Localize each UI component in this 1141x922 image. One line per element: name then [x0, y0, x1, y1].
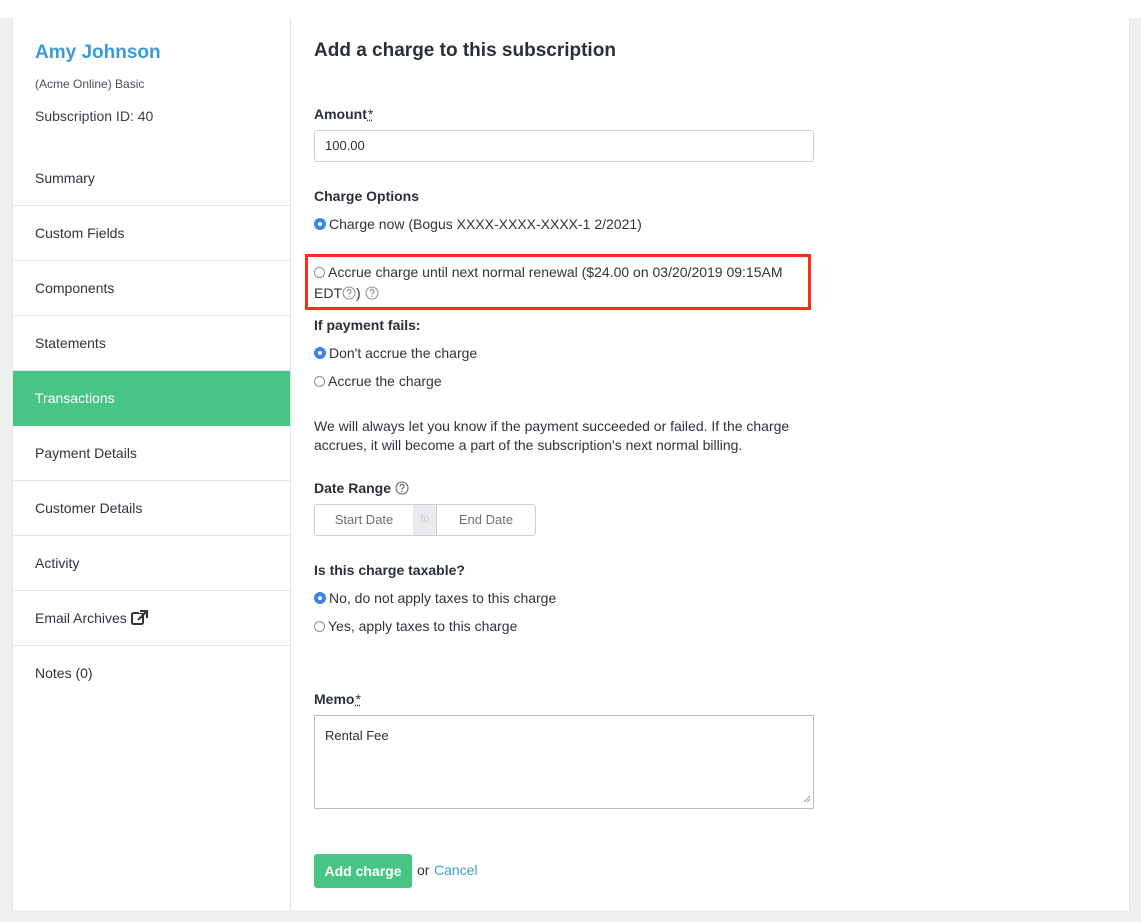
sidebar-nav: Summary Custom Fields Components Stateme… — [13, 151, 290, 700]
help-icon[interactable] — [365, 285, 379, 306]
yes-tax-label: Yes, apply taxes to this charge — [328, 618, 518, 634]
dont-accrue-label: Don't accrue the charge — [329, 345, 478, 361]
no-tax-label: No, do not apply taxes to this charge — [329, 590, 557, 606]
sidebar-item-label: Customer Details — [35, 500, 143, 516]
end-date-input[interactable]: End Date — [436, 504, 536, 536]
amount-label: Amount* — [314, 106, 374, 122]
sidebar-item-label: Transactions — [35, 390, 115, 406]
help-icon[interactable] — [395, 481, 409, 498]
page-title: Add a charge to this subscription — [314, 40, 616, 61]
memo-textarea[interactable]: Rental Fee — [314, 715, 814, 809]
accrue-option[interactable]: Accrue charge until next normal renewal … — [314, 262, 809, 306]
required-mark: * — [367, 106, 374, 122]
charge-options-label: Charge Options — [314, 188, 420, 204]
sidebar-item-email-archives[interactable]: Email Archives — [13, 591, 290, 646]
sidebar-item-label: Statements — [35, 335, 106, 351]
memo-label: Memo* — [314, 691, 361, 707]
payment-note: We will always let you know if the payme… — [314, 418, 790, 453]
sidebar-item-label: Summary — [35, 170, 95, 186]
accrue-label: Accrue charge until next normal renewal … — [314, 264, 783, 301]
date-to-separator: to — [413, 504, 437, 536]
charge-now-option[interactable]: Charge now (Bogus XXXX-XXXX-XXXX-1 2/202… — [314, 216, 642, 232]
amount-input[interactable]: 100.00 — [314, 130, 814, 162]
accrue-close-paren: ) — [356, 285, 361, 301]
sidebar-item-statements[interactable]: Statements — [13, 316, 290, 371]
accrue-charge-label: Accrue the charge — [328, 373, 442, 389]
subscription-id: Subscription ID: 40 — [35, 108, 154, 124]
sidebar-item-activity[interactable]: Activity — [13, 536, 290, 591]
sidebar-item-label: Activity — [35, 555, 80, 571]
subscription-panel: Amy Johnson (Acme Online) Basic Subscrip… — [12, 18, 1130, 910]
customer-name[interactable]: Amy Johnson — [35, 42, 161, 64]
dont-accrue-option[interactable]: Don't accrue the charge — [314, 345, 477, 361]
sidebar-item-payment-details[interactable]: Payment Details — [13, 426, 290, 481]
sidebar-item-label: Custom Fields — [35, 225, 125, 241]
sidebar-item-label: Email Archives — [35, 610, 127, 626]
date-range: Start Date to End Date — [314, 504, 536, 536]
external-link-icon — [130, 593, 149, 647]
required-mark: * — [355, 691, 361, 707]
charge-now-label: Charge now (Bogus XXXX-XXXX-XXXX-1 2/202… — [329, 216, 642, 232]
sidebar-item-customer-details[interactable]: Customer Details — [13, 481, 290, 536]
accrue-charge-radio[interactable] — [314, 376, 325, 387]
accrue-charge-option[interactable]: Accrue the charge — [314, 373, 442, 389]
memo-value: Rental Fee — [325, 728, 389, 743]
date-range-label: Date Range — [314, 480, 409, 498]
top-bar — [0, 0, 1141, 18]
accrue-radio[interactable] — [314, 267, 325, 278]
no-tax-radio[interactable] — [314, 592, 326, 604]
taxable-label: Is this charge taxable? — [314, 562, 465, 578]
cancel-link[interactable]: Cancel — [434, 862, 478, 878]
sidebar-item-notes[interactable]: Notes (0) — [13, 646, 290, 700]
dont-accrue-radio[interactable] — [314, 347, 326, 359]
payment-fails-label: If payment fails: — [314, 317, 421, 333]
start-date-input[interactable]: Start Date — [314, 504, 414, 536]
sidebar-item-label: Components — [35, 280, 115, 296]
no-tax-option[interactable]: No, do not apply taxes to this charge — [314, 590, 556, 606]
charge-now-radio[interactable] — [314, 218, 326, 230]
sidebar-item-label: Notes (0) — [35, 665, 93, 681]
resize-handle-icon[interactable] — [803, 791, 811, 806]
sidebar-item-components[interactable]: Components — [13, 261, 290, 316]
sidebar-item-label: Payment Details — [35, 445, 137, 461]
yes-tax-option[interactable]: Yes, apply taxes to this charge — [314, 618, 517, 634]
sidebar-item-summary[interactable]: Summary — [13, 151, 290, 206]
sidebar-item-transactions[interactable]: Transactions — [13, 371, 290, 426]
sidebar: Amy Johnson (Acme Online) Basic Subscrip… — [13, 18, 291, 910]
help-icon[interactable] — [342, 285, 356, 306]
or-text: or — [417, 862, 430, 878]
customer-plan: (Acme Online) Basic — [35, 77, 145, 91]
yes-tax-radio[interactable] — [314, 621, 325, 632]
sidebar-item-custom-fields[interactable]: Custom Fields — [13, 206, 290, 261]
add-charge-button[interactable]: Add charge — [314, 854, 412, 888]
